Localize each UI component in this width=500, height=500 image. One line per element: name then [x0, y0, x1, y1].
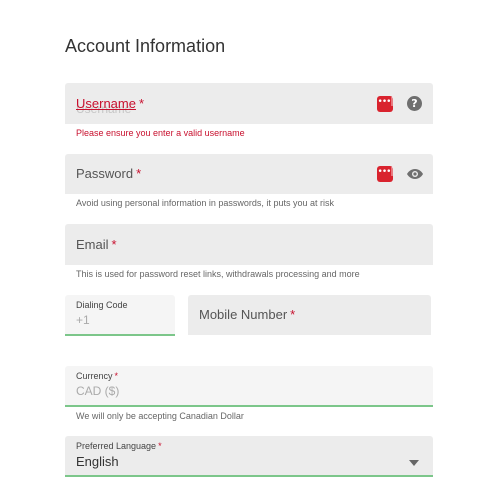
page-title: Account Information: [65, 36, 226, 56]
username-label: Username *: [76, 96, 145, 111]
currency-field[interactable]: Currency * CAD ($): [65, 366, 433, 406]
language-label: Preferred Language *: [76, 441, 162, 451]
email-helper-text: This is used for password reset links, w…: [76, 269, 360, 279]
password-field[interactable]: Password * •••|: [65, 154, 433, 194]
dialing-code-value: +1: [76, 313, 90, 327]
email-label: Email *: [76, 237, 117, 252]
password-helper-text: Avoid using personal information in pass…: [76, 198, 334, 208]
username-error-text: Please ensure you enter a valid username: [76, 128, 245, 138]
currency-underline: [65, 405, 433, 407]
language-underline: [65, 475, 433, 477]
currency-value: CAD ($): [76, 384, 120, 398]
dialing-code-underline: [65, 334, 175, 336]
caret-down-icon[interactable]: [409, 453, 419, 471]
currency-label: Currency *: [76, 371, 119, 381]
eye-icon[interactable]: [406, 167, 424, 186]
language-select[interactable]: Preferred Language * English: [65, 436, 433, 476]
username-field[interactable]: Username Username * •••| ?: [65, 83, 433, 124]
password-manager-icon[interactable]: •••|: [377, 96, 393, 112]
password-manager-icon[interactable]: •••|: [377, 166, 393, 182]
help-icon[interactable]: ?: [407, 96, 422, 111]
mobile-number-label: Mobile Number *: [199, 307, 296, 322]
currency-helper-text: We will only be accepting Canadian Dolla…: [76, 411, 244, 421]
dialing-code-field[interactable]: Dialing Code +1: [65, 295, 175, 335]
password-label: Password *: [76, 166, 142, 181]
email-field[interactable]: Email *: [65, 224, 433, 265]
mobile-number-field[interactable]: Mobile Number *: [188, 295, 431, 335]
dialing-code-label: Dialing Code: [76, 300, 128, 310]
language-value: English: [76, 454, 119, 469]
